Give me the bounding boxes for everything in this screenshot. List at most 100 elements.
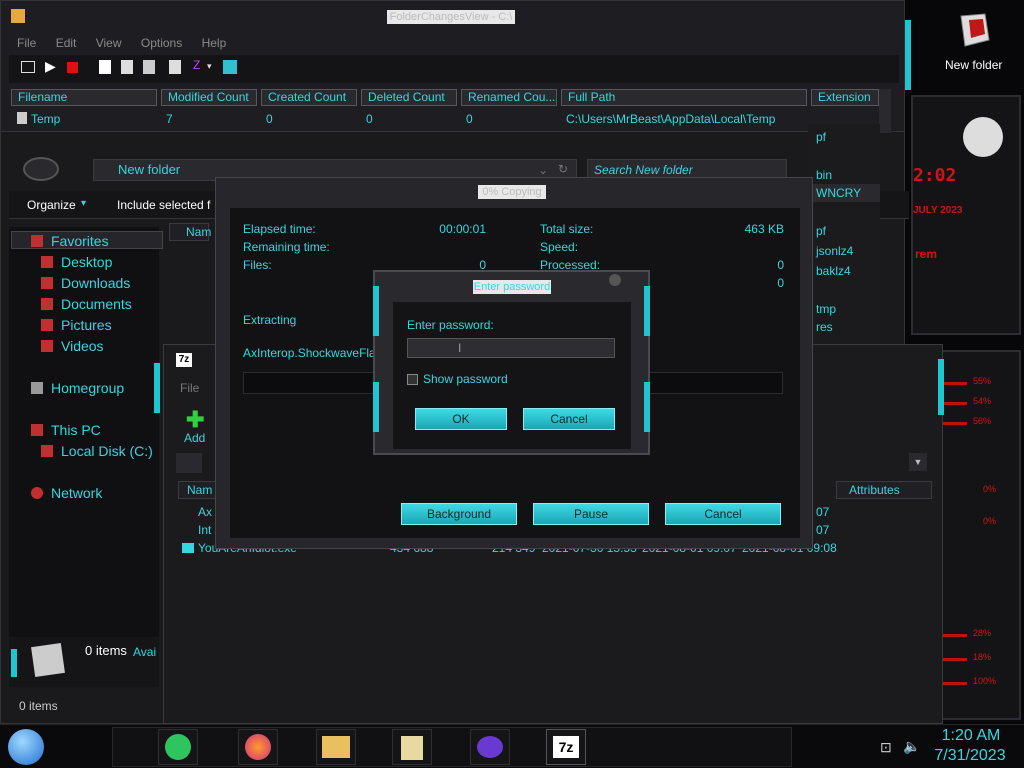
- desktop-icon: [41, 256, 53, 268]
- sort-icon[interactable]: Z: [193, 58, 200, 72]
- exit-icon[interactable]: [223, 60, 237, 74]
- sevenzip-icon: 7z: [553, 736, 579, 758]
- nav-videos[interactable]: Videos: [41, 338, 104, 354]
- menu-file[interactable]: File: [17, 36, 36, 50]
- start-button[interactable]: [8, 729, 44, 765]
- extension-cell: bin: [816, 168, 833, 182]
- find-icon[interactable]: [169, 60, 181, 74]
- pause-button[interactable]: Pause: [533, 503, 649, 525]
- name-column-header[interactable]: Nam: [178, 481, 218, 499]
- extension-cell: jsonlz4: [816, 244, 854, 258]
- nav-favorites[interactable]: Favorites: [31, 233, 109, 249]
- organize-button[interactable]: Organize: [27, 198, 76, 212]
- show-password-checkbox[interactable]: [407, 374, 418, 385]
- col-created[interactable]: Created Count: [261, 89, 357, 106]
- back-button[interactable]: [23, 157, 59, 181]
- col-modified[interactable]: Modified Count: [161, 89, 257, 106]
- network-tray-icon[interactable]: ⊡: [880, 739, 892, 756]
- nav-homegroup[interactable]: Homegroup: [31, 380, 124, 396]
- name-column-header[interactable]: Nam: [169, 223, 211, 241]
- taskbar-date[interactable]: 7/31/2023: [930, 747, 1010, 765]
- nav-downloads[interactable]: Downloads: [41, 275, 130, 291]
- speed-label: Speed:: [540, 240, 579, 254]
- menu-help[interactable]: Help: [202, 36, 227, 50]
- window-icon[interactable]: [21, 61, 35, 73]
- file-date: 07: [816, 523, 830, 537]
- extension-cell: tmp: [816, 302, 837, 316]
- chevron-down-icon[interactable]: ⌄: [538, 163, 548, 177]
- nav-thispc[interactable]: This PC: [31, 422, 101, 438]
- drive-icon: [41, 445, 53, 457]
- up-folder-icon[interactable]: [176, 453, 202, 473]
- scrollbar[interactable]: [879, 89, 891, 133]
- taskbar-app-files[interactable]: [392, 729, 432, 765]
- include-button[interactable]: Include selected f: [117, 198, 210, 212]
- folder-icon: [322, 736, 350, 758]
- taskbar-app-explorer[interactable]: [316, 729, 356, 765]
- alien-head-icon: [963, 117, 1003, 157]
- taskbar-app-notes[interactable]: [158, 729, 198, 765]
- ok-button[interactable]: OK: [415, 408, 507, 430]
- chevron-down-icon[interactable]: ▼: [909, 453, 927, 471]
- cell-filename: Temp: [31, 112, 61, 126]
- nav-network[interactable]: Network: [31, 485, 102, 501]
- save-icon[interactable]: [99, 60, 111, 74]
- homegroup-icon: [31, 382, 43, 394]
- menu-file[interactable]: File: [180, 381, 199, 395]
- nav-label: Desktop: [61, 254, 113, 270]
- cancel-button[interactable]: Cancel: [523, 408, 615, 430]
- menu-edit[interactable]: Edit: [56, 36, 77, 50]
- col-renamed[interactable]: Renamed Cou...: [461, 89, 557, 106]
- operation-label: Extracting: [243, 313, 297, 327]
- column-label: Attributes: [849, 483, 900, 497]
- chevron-down-icon[interactable]: ▾: [207, 61, 212, 72]
- extension-cell: baklz4: [816, 264, 851, 278]
- password-label: Enter password:: [407, 318, 494, 332]
- cyan-deco: [373, 286, 379, 336]
- col-extension[interactable]: Extension: [811, 89, 879, 106]
- new-folder-desktop-icon[interactable]: [955, 10, 995, 50]
- chevron-down-icon[interactable]: ▾: [81, 198, 86, 209]
- col-filename[interactable]: Filename: [11, 89, 157, 106]
- menu-view[interactable]: View: [96, 36, 122, 50]
- notes-icon: [165, 734, 191, 760]
- taskbar-app-7zip[interactable]: 7z: [546, 729, 586, 765]
- menu-bar: File Edit View Options Help: [17, 36, 242, 50]
- nav-localdisk[interactable]: Local Disk (C:): [41, 443, 153, 459]
- volume-icon[interactable]: 🔈: [903, 738, 920, 755]
- video-icon: [41, 340, 53, 352]
- stop-icon[interactable]: [67, 62, 78, 73]
- refresh-icon[interactable]: ↻: [558, 162, 568, 176]
- total-size-label: Total size:: [540, 222, 594, 236]
- password-input[interactable]: I: [407, 338, 615, 358]
- play-icon[interactable]: ▶: [45, 58, 56, 75]
- table-row[interactable]: Temp 7 0 0 0 C:\Users\MrBeast\AppData\Lo…: [11, 111, 879, 129]
- new-folder-desktop-label: New folder: [945, 58, 1003, 72]
- taskbar-app-mask[interactable]: [470, 729, 510, 765]
- exe-icon: [182, 543, 194, 553]
- col-fullpath[interactable]: Full Path: [561, 89, 807, 106]
- col-deleted[interactable]: Deleted Count: [361, 89, 457, 106]
- background-button[interactable]: Background: [401, 503, 517, 525]
- gadget-clock: 2:02: [913, 165, 957, 186]
- taskbar-time[interactable]: 1:20 AM: [934, 727, 1008, 745]
- extra-value: 0: [777, 276, 784, 290]
- copy-icon[interactable]: [121, 60, 133, 74]
- folder-preview-icon: [31, 643, 65, 677]
- menu-options[interactable]: Options: [141, 36, 182, 50]
- properties-icon[interactable]: [143, 60, 155, 74]
- nav-documents[interactable]: Documents: [41, 296, 132, 312]
- cell-deleted: 0: [366, 112, 373, 126]
- taskbar-app-firefox[interactable]: [238, 729, 278, 765]
- nav-pictures[interactable]: Pictures: [41, 317, 112, 333]
- attributes-column-header[interactable]: Attributes: [836, 481, 932, 499]
- meter-value: 18%: [973, 652, 992, 662]
- clock-gadget: 2:02 JULY 2023 rem: [911, 95, 1021, 335]
- nav-desktop[interactable]: Desktop: [41, 254, 112, 270]
- add-button[interactable]: Add: [184, 431, 205, 445]
- nav-label: Videos: [61, 338, 104, 354]
- cancel-button[interactable]: Cancel: [665, 503, 781, 525]
- folder-icon: [17, 112, 27, 124]
- close-icon[interactable]: [609, 274, 621, 286]
- add-icon[interactable]: ✚: [186, 407, 204, 433]
